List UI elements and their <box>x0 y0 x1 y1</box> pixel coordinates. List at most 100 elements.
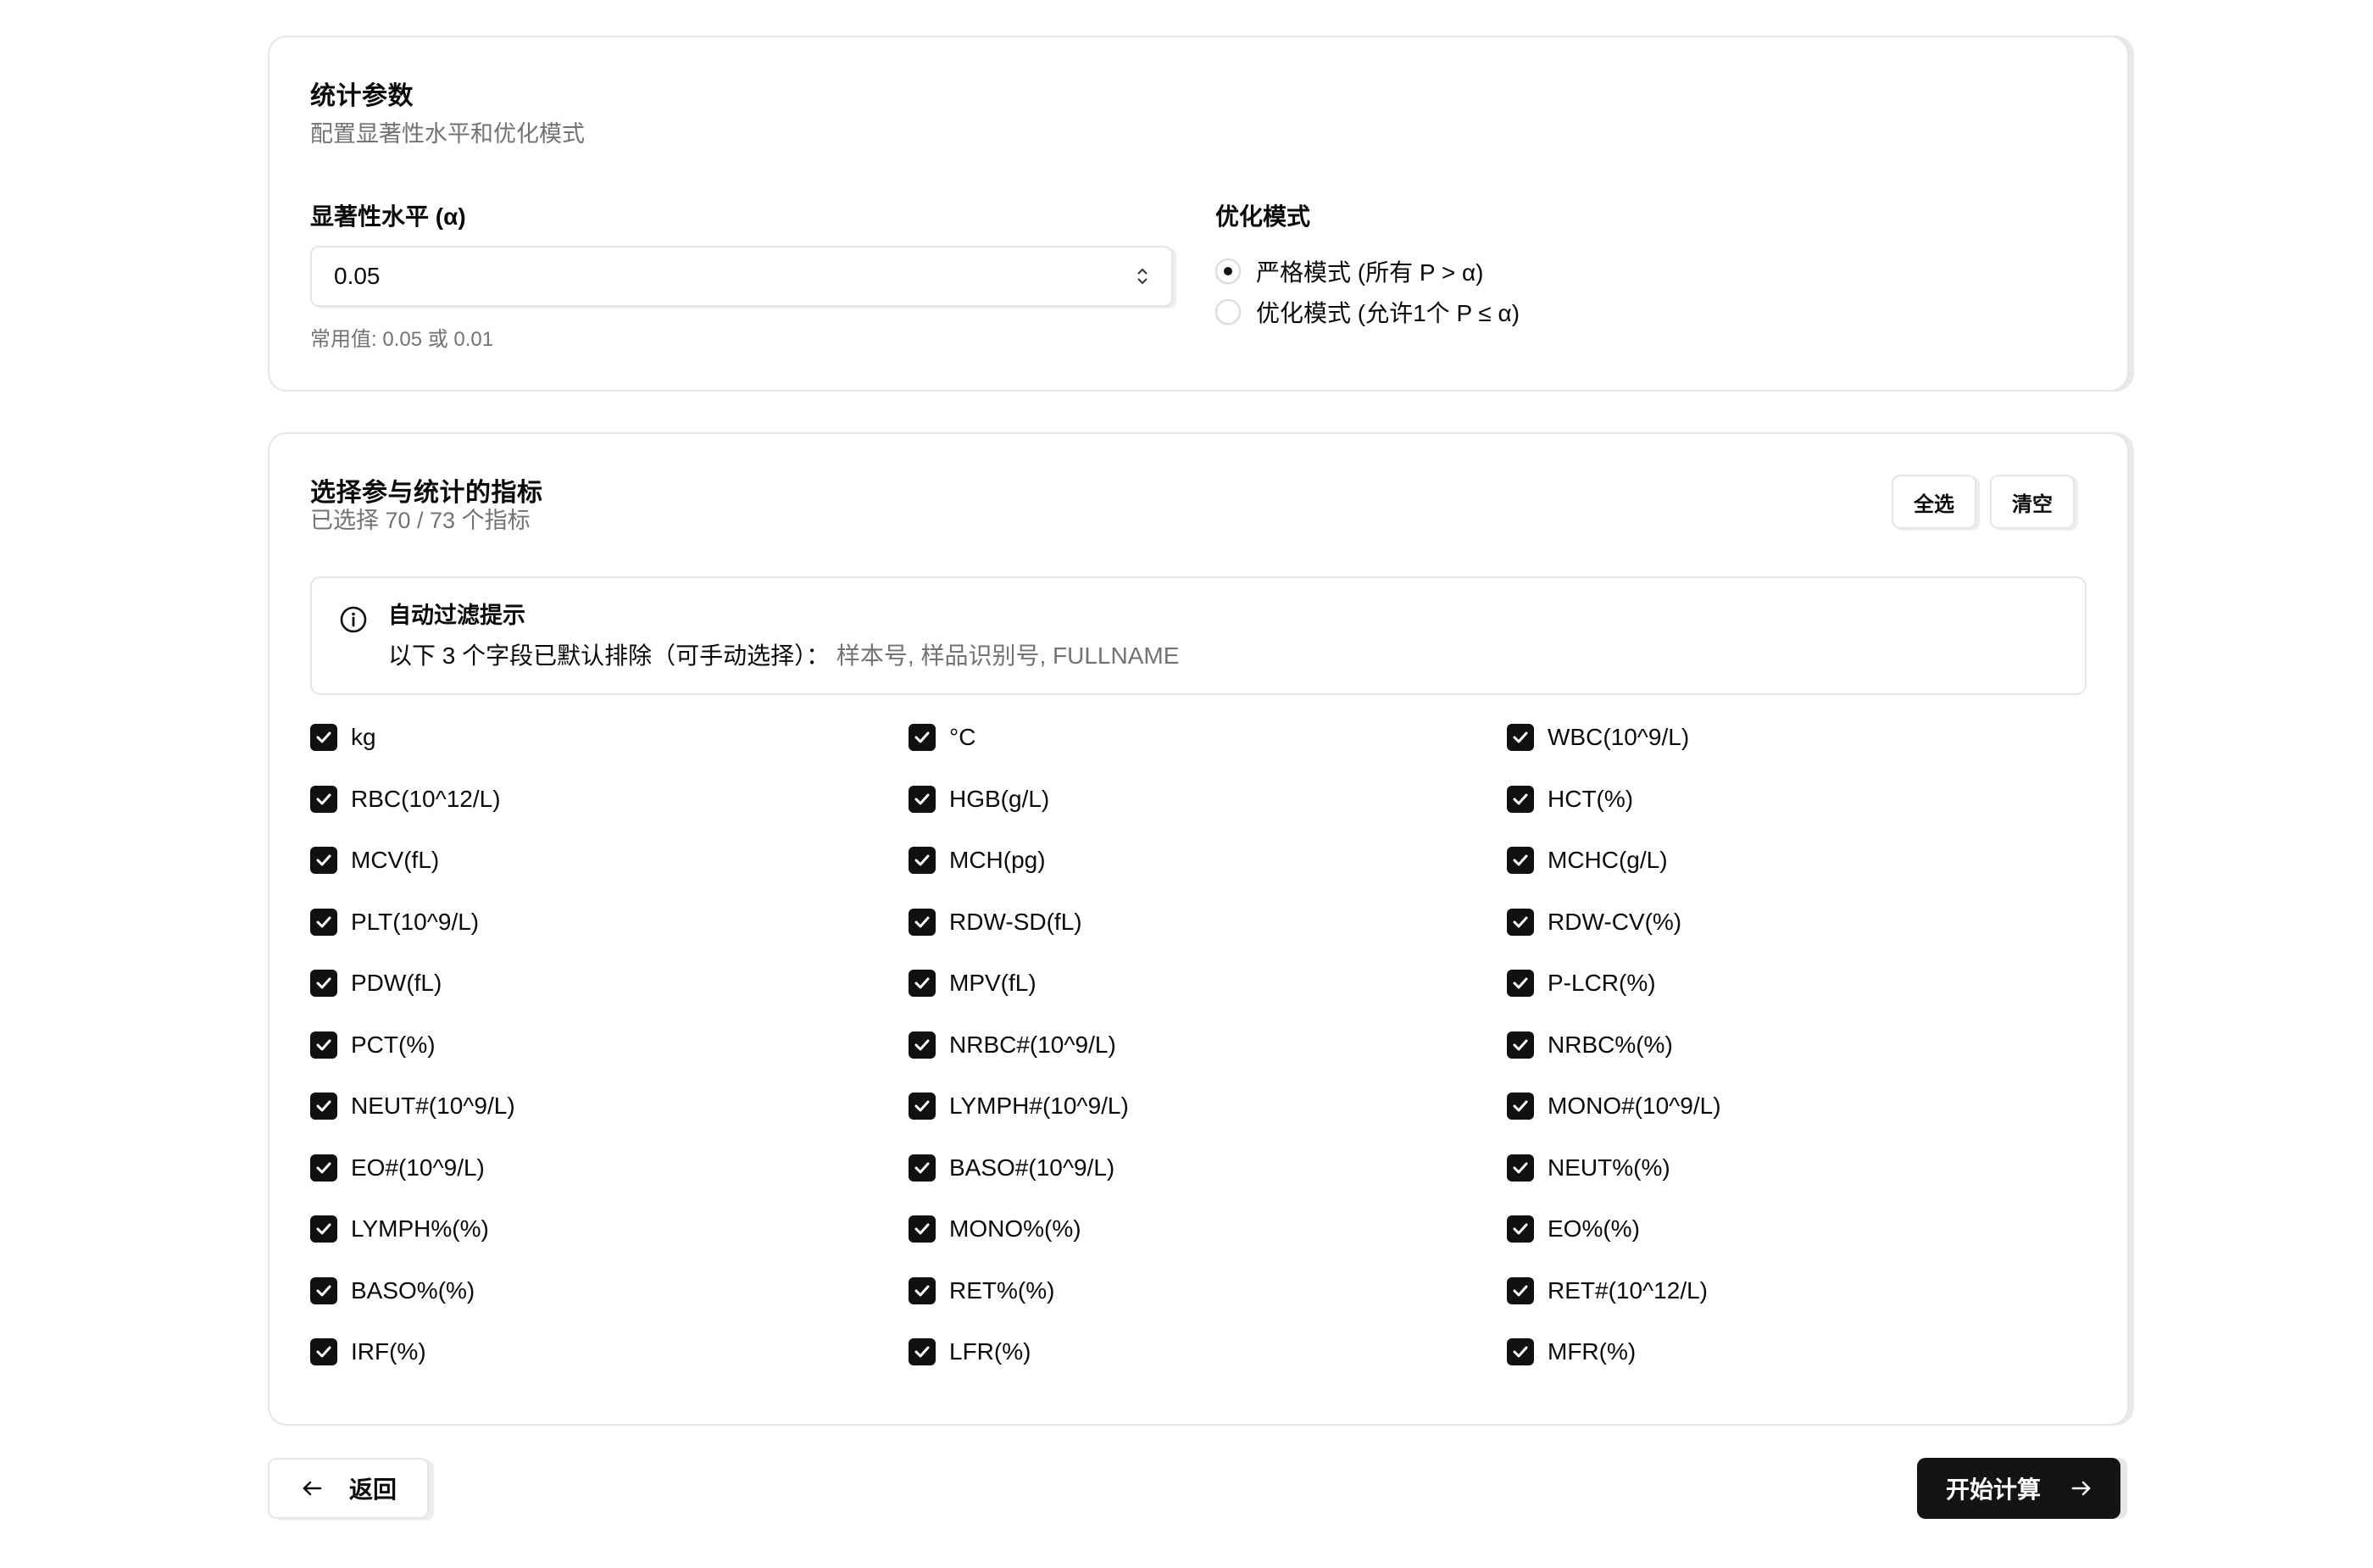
clear-button[interactable]: 清空 <box>1990 475 2075 529</box>
indicator-label: EO%(%) <box>1548 1215 1640 1242</box>
indicator-select-card: 选择参与统计的指标 已选择 70 / 73 个指标 全选 清空 自动过滤提示 以… <box>268 432 2129 1426</box>
checkbox-checked-icon[interactable] <box>1507 724 1534 751</box>
checkbox-checked-icon[interactable] <box>310 1215 337 1243</box>
indicator-label: NRBC%(%) <box>1548 1031 1673 1058</box>
back-button[interactable]: 返回 <box>268 1458 429 1519</box>
indicator-checkbox-item[interactable]: RET#(10^12/L) <box>1507 1274 2105 1308</box>
checkbox-checked-icon[interactable] <box>1507 970 1534 997</box>
indicator-checkbox-item[interactable]: EO#(10^9/L) <box>310 1151 909 1185</box>
checkbox-checked-icon[interactable] <box>310 724 337 751</box>
checkbox-checked-icon[interactable] <box>1507 1093 1534 1120</box>
mode-strict-label: 严格模式 (所有 P > α) <box>1256 259 1484 286</box>
checkbox-checked-icon[interactable] <box>310 1154 337 1182</box>
indicator-label: MPV(fL) <box>949 970 1036 996</box>
indicator-checkbox-item[interactable]: HCT(%) <box>1507 782 2105 816</box>
checkbox-checked-icon[interactable] <box>909 1215 936 1243</box>
start-button-label: 开始计算 <box>1946 1476 2042 1503</box>
checkbox-checked-icon[interactable] <box>1507 1215 1534 1243</box>
indicator-checkbox-item[interactable]: BASO%(%) <box>310 1274 909 1308</box>
indicator-label: MCHC(g/L) <box>1548 847 1668 873</box>
indicator-checkbox-item[interactable]: BASO#(10^9/L) <box>909 1151 1507 1185</box>
indicator-checkbox-item[interactable]: HGB(g/L) <box>909 782 1507 816</box>
mode-label: 优化模式 <box>1215 203 1311 230</box>
indicator-checkbox-item[interactable]: LYMPH#(10^9/L) <box>909 1089 1507 1123</box>
checkbox-checked-icon[interactable] <box>1507 1154 1534 1182</box>
checkbox-checked-icon[interactable] <box>310 970 337 997</box>
indicator-checkbox-item[interactable]: PDW(fL) <box>310 966 909 1000</box>
checkbox-checked-icon[interactable] <box>310 1031 337 1059</box>
indicator-checkbox-item[interactable]: EO%(%) <box>1507 1212 2105 1246</box>
indicator-checkbox-item[interactable]: PLT(10^9/L) <box>310 905 909 939</box>
indicator-checkbox-item[interactable]: RBC(10^12/L) <box>310 782 909 816</box>
indicator-checkbox-item[interactable]: kg <box>310 720 909 754</box>
indicator-label: MONO#(10^9/L) <box>1548 1093 1721 1119</box>
indicator-checkbox-item[interactable]: WBC(10^9/L) <box>1507 720 2105 754</box>
checkbox-checked-icon[interactable] <box>310 847 337 874</box>
indicator-checkbox-item[interactable]: RDW-CV(%) <box>1507 905 2105 939</box>
checkbox-checked-icon[interactable] <box>310 1276 337 1304</box>
indicator-label: MONO%(%) <box>949 1215 1081 1242</box>
alpha-input[interactable]: 0.05 <box>310 246 1173 307</box>
checkbox-checked-icon[interactable] <box>909 970 936 997</box>
checkbox-checked-icon[interactable] <box>909 1154 936 1182</box>
indicator-checkbox-item[interactable]: MCH(pg) <box>909 843 1507 877</box>
indicator-checkbox-item[interactable]: PCT(%) <box>310 1028 909 1062</box>
checkbox-checked-icon[interactable] <box>1507 1338 1534 1365</box>
checkbox-checked-icon[interactable] <box>310 785 337 813</box>
indicator-checkbox-item[interactable]: MCHC(g/L) <box>1507 843 2105 877</box>
select-all-button[interactable]: 全选 <box>1892 475 1976 529</box>
checkbox-checked-icon[interactable] <box>909 1031 936 1059</box>
mode-strict-option[interactable]: 严格模式 (所有 P > α) <box>1215 254 1483 288</box>
checkbox-checked-icon[interactable] <box>1507 1031 1534 1059</box>
checkbox-checked-icon[interactable] <box>1507 908 1534 936</box>
indicator-grid: kg °C WBC(10^9/L) RBC(10^12/L) HGB(g/L) HCT(%… <box>310 720 2107 1397</box>
checkbox-checked-icon[interactable] <box>909 1093 936 1120</box>
checkbox-checked-icon[interactable] <box>909 847 936 874</box>
indicator-checkbox-item[interactable]: LYMPH%(%) <box>310 1212 909 1246</box>
indicator-checkbox-item[interactable]: NRBC#(10^9/L) <box>909 1028 1507 1062</box>
indicator-label: kg <box>351 724 376 750</box>
info-icon <box>340 606 367 633</box>
indicator-checkbox-item[interactable]: MPV(fL) <box>909 966 1507 1000</box>
checkbox-checked-icon[interactable] <box>909 1338 936 1365</box>
indicator-label: RBC(10^12/L) <box>351 785 501 812</box>
checkbox-checked-icon[interactable] <box>1507 1276 1534 1304</box>
spinner-icon[interactable] <box>1136 265 1149 287</box>
alpha-input-value: 0.05 <box>334 263 381 289</box>
indicator-checkbox-item[interactable]: NEUT#(10^9/L) <box>310 1089 909 1123</box>
mode-optimized-option[interactable]: 优化模式 (允许1个 P ≤ α) <box>1215 295 1520 329</box>
radio-selected-icon[interactable] <box>1215 259 1241 284</box>
radio-unselected-icon[interactable] <box>1215 299 1241 325</box>
checkbox-checked-icon[interactable] <box>909 724 936 751</box>
indicator-checkbox-item[interactable]: NEUT%(%) <box>1507 1151 2105 1185</box>
checkbox-checked-icon[interactable] <box>310 908 337 936</box>
checkbox-checked-icon[interactable] <box>1507 785 1534 813</box>
indicator-checkbox-item[interactable]: MCV(fL) <box>310 843 909 877</box>
indicator-label: RET%(%) <box>949 1276 1055 1304</box>
start-calc-button[interactable]: 开始计算 <box>1917 1458 2120 1519</box>
checkbox-checked-icon[interactable] <box>909 1276 936 1304</box>
alpha-hint: 常用值: 0.05 或 0.01 <box>310 328 494 351</box>
indicator-checkbox-item[interactable]: MFR(%) <box>1507 1335 2105 1369</box>
indicator-checkbox-item[interactable]: IRF(%) <box>310 1335 909 1369</box>
indicator-label: RET#(10^12/L) <box>1548 1276 1708 1304</box>
indicator-checkbox-item[interactable]: MONO%(%) <box>909 1212 1507 1246</box>
indicator-checkbox-item[interactable]: °C <box>909 720 1507 754</box>
indicator-label: PDW(fL) <box>351 970 442 996</box>
checkbox-checked-icon[interactable] <box>1507 847 1534 874</box>
indicator-checkbox-item[interactable]: NRBC%(%) <box>1507 1028 2105 1062</box>
checkbox-checked-icon[interactable] <box>909 785 936 813</box>
excluded-fields: 样本号, 样品识别号, FULLNAME <box>836 642 1180 669</box>
indicator-checkbox-item[interactable]: P-LCR(%) <box>1507 966 2105 1000</box>
mode-optimized-label: 优化模式 (允许1个 P ≤ α) <box>1256 300 1520 326</box>
indicator-checkbox-item[interactable]: RET%(%) <box>909 1274 1507 1308</box>
indicator-label: P-LCR(%) <box>1548 970 1656 996</box>
indicator-checkbox-item[interactable]: RDW-SD(fL) <box>909 905 1507 939</box>
checkbox-checked-icon[interactable] <box>909 908 936 936</box>
checkbox-checked-icon[interactable] <box>310 1338 337 1365</box>
indicator-label: °C <box>949 724 976 750</box>
checkbox-checked-icon[interactable] <box>310 1093 337 1120</box>
indicator-checkbox-item[interactable]: LFR(%) <box>909 1335 1507 1369</box>
arrow-left-icon <box>303 1481 322 1496</box>
indicator-checkbox-item[interactable]: MONO#(10^9/L) <box>1507 1089 2105 1123</box>
